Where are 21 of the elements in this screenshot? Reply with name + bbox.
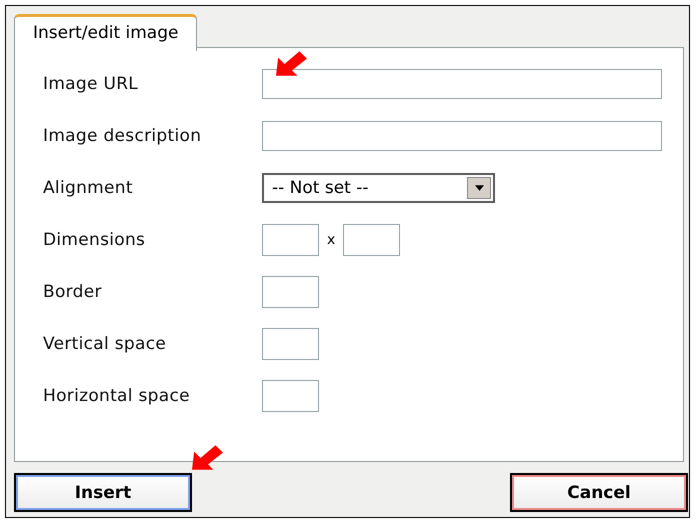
tab[interactable]: Insert/edit image xyxy=(14,14,198,51)
times-sign: x xyxy=(327,232,336,248)
caret-icon xyxy=(474,185,484,191)
input-field[interactable] xyxy=(262,380,319,412)
field-label: Vertical space xyxy=(43,334,168,354)
cancel-button[interactable]: Cancel xyxy=(510,473,688,512)
input-field[interactable] xyxy=(262,121,662,151)
field-label: Border xyxy=(43,282,103,302)
input-field[interactable] xyxy=(262,224,319,256)
field-label: Alignment xyxy=(43,178,134,198)
field-label: Horizontal space xyxy=(43,386,191,406)
dropdown-button[interactable] xyxy=(467,177,491,199)
input-field[interactable] xyxy=(343,224,400,256)
field-label: Image description xyxy=(43,126,202,146)
field-label: Dimensions xyxy=(43,230,146,250)
field-label: Image URL xyxy=(43,74,140,94)
dropdown[interactable]: -- Not set -- xyxy=(262,173,495,203)
input-field[interactable] xyxy=(262,328,319,360)
input-field[interactable] xyxy=(262,69,662,99)
insert-button[interactable]: Insert xyxy=(14,473,192,512)
input-field[interactable] xyxy=(262,276,319,308)
